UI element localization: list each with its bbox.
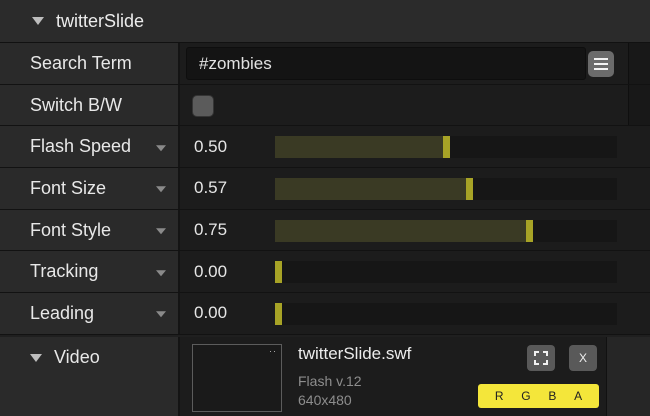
- video-thumbnail[interactable]: ··: [192, 344, 282, 412]
- video-file-name: twitterSlide.swf: [298, 344, 412, 363]
- channel-b[interactable]: B: [548, 389, 556, 403]
- chevron-down-icon[interactable]: [156, 269, 166, 276]
- slider-handle[interactable]: [466, 178, 473, 201]
- chevron-down-icon[interactable]: [156, 311, 166, 318]
- video-section-header[interactable]: Video: [0, 337, 180, 416]
- param-row-font-size: Font Size 0.57: [0, 168, 650, 210]
- tracking-value[interactable]: 0.00: [194, 251, 227, 292]
- font-size-label: Font Size: [30, 177, 107, 198]
- switch-bw-label: Switch B/W: [30, 94, 123, 115]
- leading-label: Leading: [30, 302, 95, 323]
- search-term-label: Search Term: [30, 52, 132, 73]
- panel-header[interactable]: twitterSlide: [0, 0, 650, 43]
- param-row-flash-speed: Flash Speed 0.50: [0, 126, 650, 169]
- side-strip: [628, 84, 650, 126]
- channel-r[interactable]: R: [495, 389, 504, 403]
- param-row-tracking: Tracking 0.00: [0, 251, 650, 294]
- switch-bw-checkbox[interactable]: [192, 94, 214, 117]
- collapse-triangle-icon[interactable]: [32, 17, 44, 25]
- search-term-input[interactable]: #zombies: [186, 47, 586, 80]
- slider-fill: [275, 136, 443, 159]
- rgba-channel-selector[interactable]: R G B A: [478, 384, 599, 408]
- panel-title: twitterSlide: [56, 10, 145, 31]
- fullscreen-button[interactable]: [527, 345, 555, 371]
- menu-icon[interactable]: [588, 51, 614, 77]
- flash-speed-label: Flash Speed: [30, 136, 132, 157]
- param-row-search-term: Search Term #zombies: [0, 43, 650, 85]
- slider-fill: [275, 178, 466, 201]
- flash-speed-slider[interactable]: [275, 136, 617, 159]
- leading-slider[interactable]: [275, 303, 617, 326]
- tracking-label: Tracking: [30, 261, 99, 282]
- ellipsis-icon: ··: [269, 346, 277, 356]
- slider-handle[interactable]: [526, 219, 533, 242]
- video-dimensions: 640x480: [298, 392, 352, 408]
- tracking-slider[interactable]: [275, 261, 617, 284]
- fullscreen-icon: [534, 351, 548, 365]
- leading-value[interactable]: 0.00: [194, 293, 227, 334]
- slider-handle[interactable]: [275, 261, 282, 284]
- font-style-value[interactable]: 0.75: [194, 210, 227, 251]
- chevron-down-icon[interactable]: [156, 228, 166, 235]
- chevron-down-icon[interactable]: [156, 144, 166, 151]
- video-label: Video: [54, 347, 100, 367]
- font-size-slider[interactable]: [275, 178, 617, 201]
- flash-speed-value[interactable]: 0.50: [194, 126, 227, 167]
- video-row: Video ·· twitterSlide.swf Flash v.12 640…: [0, 337, 650, 416]
- slider-handle[interactable]: [443, 136, 450, 159]
- slider-fill: [275, 219, 526, 242]
- param-row-leading: Leading 0.00: [0, 293, 650, 335]
- side-strip: [628, 43, 650, 84]
- flash-version: Flash v.12: [298, 373, 362, 389]
- font-style-label: Font Style: [30, 219, 112, 240]
- param-row-font-style: Font Style 0.75: [0, 209, 650, 252]
- parameter-list: Search Term #zombies Switch B/W Flash Sp…: [0, 43, 650, 335]
- close-button[interactable]: X: [569, 345, 597, 371]
- font-size-value[interactable]: 0.57: [194, 168, 227, 209]
- param-row-switch-bw: Switch B/W: [0, 84, 650, 127]
- channel-g[interactable]: G: [521, 389, 530, 403]
- chevron-down-icon[interactable]: [156, 186, 166, 193]
- collapse-triangle-icon[interactable]: [30, 354, 42, 362]
- slider-handle[interactable]: [275, 303, 282, 326]
- channel-a[interactable]: A: [574, 389, 582, 403]
- video-side-panel: [606, 337, 650, 416]
- font-style-slider[interactable]: [275, 219, 617, 242]
